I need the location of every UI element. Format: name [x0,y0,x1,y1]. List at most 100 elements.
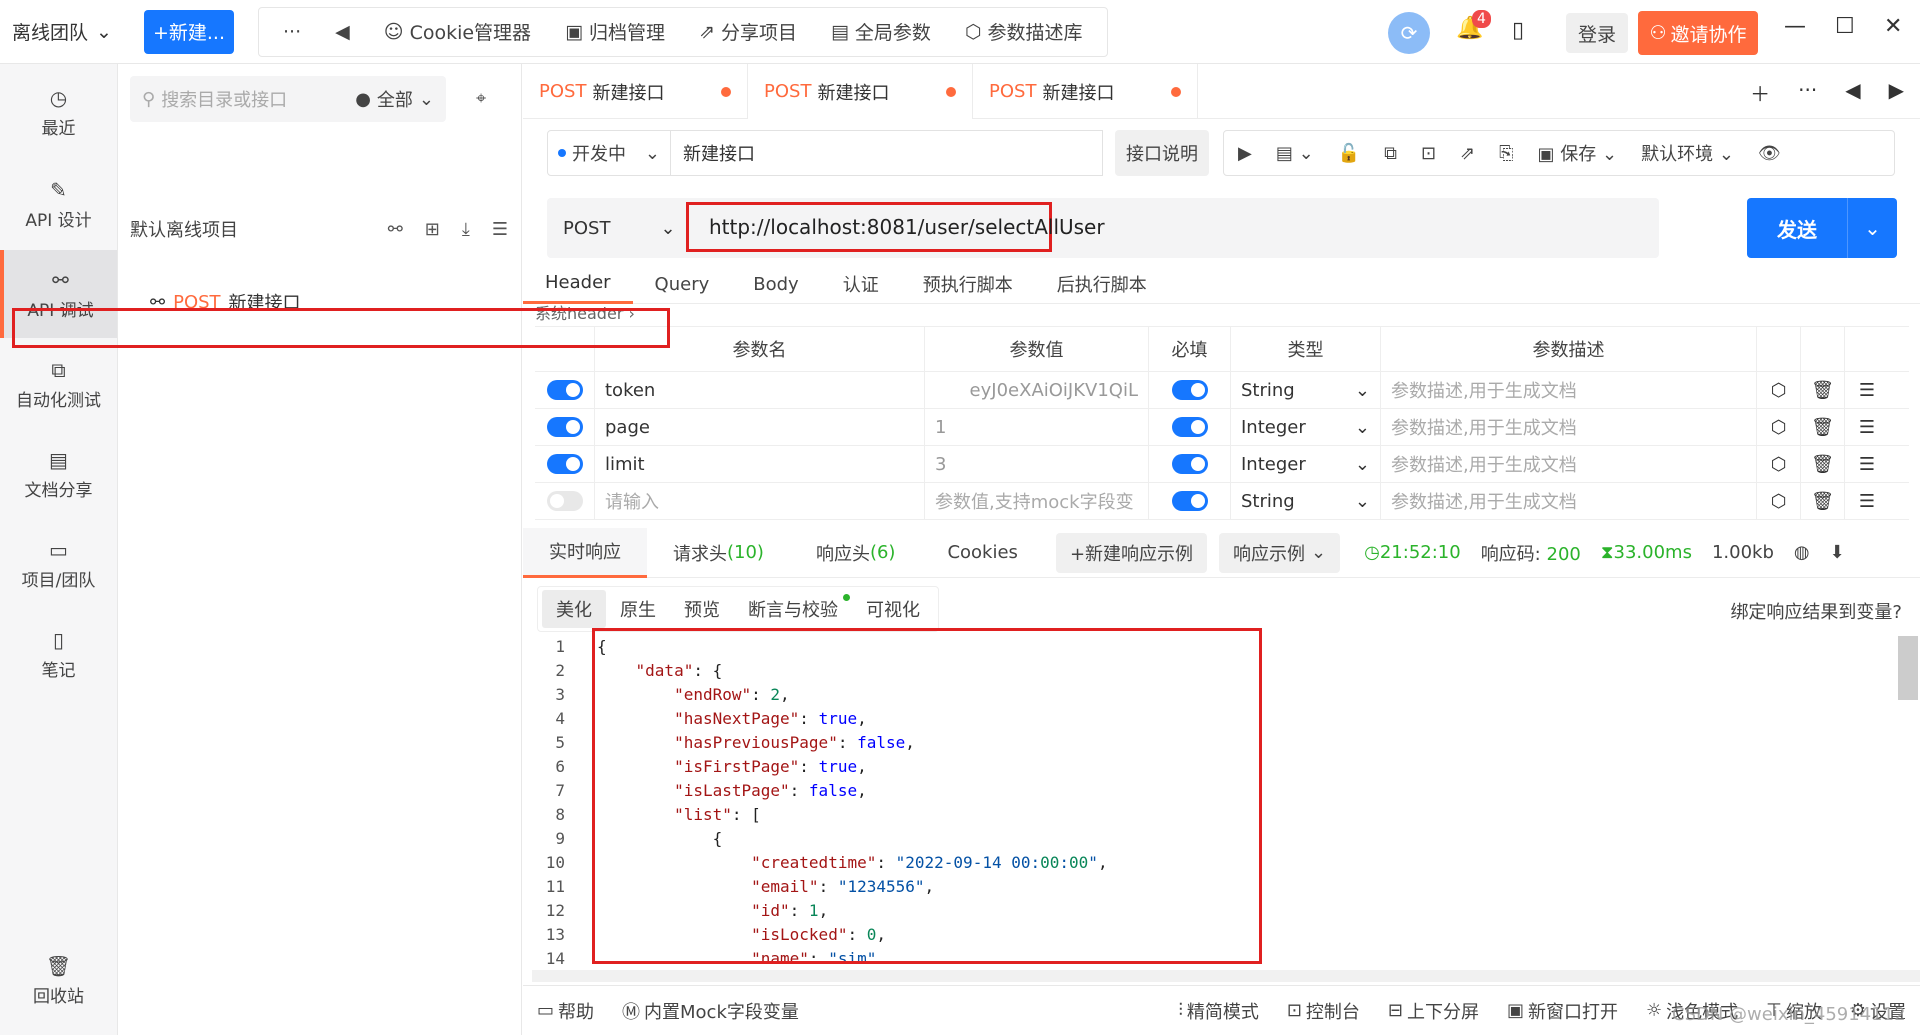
login-button[interactable]: 登录 [1566,13,1628,53]
trash-icon[interactable]: 🗑 [1801,483,1845,519]
example-select[interactable]: 响应示例 ⌄ [1219,532,1341,573]
nav-api-design[interactable]: ✎ API 设计 [0,160,117,248]
share-project-button[interactable]: ⇗ 分享项目 [687,18,809,45]
view-tab-raw[interactable]: 原生 [606,590,670,628]
download-icon[interactable]: ⬇ [1830,542,1845,563]
code-icon[interactable]: ⊡ [1421,143,1436,164]
trash-icon[interactable]: 🗑 [1801,372,1845,408]
scrollbar-vertical[interactable] [1898,636,1918,700]
chevron-down-icon[interactable]: ⌄ [1847,198,1897,258]
tab-realtime-response[interactable]: 实时响应 [523,527,647,578]
console-button[interactable]: ⊡ 控制台 [1273,998,1374,1024]
add-tab-icon[interactable]: ＋ [1750,78,1770,107]
drag-handle-icon[interactable]: ☰ [1845,446,1889,482]
lock-icon[interactable]: 🔓 [1338,143,1360,164]
nav-trash[interactable]: 🗑 回收站 [0,936,117,1024]
required-toggle[interactable] [1171,380,1208,400]
status-select[interactable]: 开发中 ⌄ [547,130,671,176]
tab-response-headers[interactable]: 响应头 (6) [790,528,922,578]
trash-icon[interactable]: 🗑 [1801,446,1845,482]
save-button[interactable]: ▣ 保存 ⌄ [1538,140,1618,166]
param-value-input[interactable]: 参数值,支持mock字段变 [925,483,1149,519]
sync-icon[interactable]: ⟳ [1388,12,1430,54]
cookie-manager-button[interactable]: ☺ Cookie管理器 [372,18,543,45]
param-value[interactable]: 1 [925,409,1149,445]
param-desc[interactable]: 参数描述,用于生成文档 [1381,409,1757,445]
scrollbar-horizontal[interactable] [532,970,1920,982]
format-icon[interactable]: ▤ ⌄ [1276,143,1314,164]
type-select[interactable]: String ⌄ [1231,372,1381,408]
required-toggle[interactable] [1171,491,1208,511]
global-params-button[interactable]: ▤ 全局参数 [819,18,943,45]
mock-vars-button[interactable]: Ⓜ 内置Mock字段变量 [608,998,813,1024]
run-icon[interactable]: ▶ [1238,143,1252,164]
param-name[interactable]: token [595,372,925,408]
url-input[interactable]: http://localhost:8081/user/selectAllUser [686,202,1105,252]
new-example-button[interactable]: +新建响应示例 [1055,532,1208,573]
nav-project-team[interactable]: ▭ 项目/团队 [0,520,117,608]
tab-request-headers[interactable]: 请求头 (10) [647,528,790,578]
cube-icon[interactable]: ⬡ [1757,372,1801,408]
view-tab-pretty[interactable]: 美化 [542,590,606,628]
notes-icon[interactable]: ▯ [1512,18,1524,43]
nav-notes[interactable]: ▯ 笔记 [0,610,117,698]
env-select[interactable]: 默认环境 ⌄ [1641,140,1734,166]
minimize-icon[interactable]: — [1784,14,1806,39]
new-window-button[interactable]: ▣ 新窗口打开 [1493,998,1632,1024]
drag-handle-icon[interactable]: ☰ [1845,372,1889,408]
enable-toggle[interactable] [546,417,583,437]
method-select[interactable]: POST ⌄ [563,198,676,258]
api-name-input[interactable]: 新建接口 [671,130,1103,176]
help-button[interactable]: ▭ 帮助 [523,998,608,1024]
tab-cookies[interactable]: Cookies [921,528,1043,578]
bind-variable-link[interactable]: 绑定响应结果到变量? [1730,598,1902,624]
view-tab-preview[interactable]: 预览 [670,590,734,628]
split-button[interactable]: ⊟ 上下分屏 [1374,998,1493,1024]
param-desc-lib-button[interactable]: ⬡ 参数描述库 [953,18,1095,45]
cube-icon[interactable]: ⬡ [1757,446,1801,482]
param-value[interactable]: eyJ0eXAiOiJKV1QiL [925,372,1149,408]
param-name[interactable]: page [595,409,925,445]
api-tab-2[interactable]: POST 新建接口 [748,64,973,119]
share-icon[interactable]: ⇗ [1460,143,1475,164]
required-toggle[interactable] [1171,417,1208,437]
maximize-icon[interactable]: ☐ [1835,14,1855,39]
compact-mode-button[interactable]: ⫶ 精简模式 [1164,998,1273,1024]
param-desc[interactable]: 参数描述,用于生成文档 [1381,372,1757,408]
add-api-icon[interactable]: ⚯ [388,219,403,240]
view-tab-visual[interactable]: 可视化 [852,590,934,628]
search-input[interactable]: ⚲ 搜索目录或接口 ● 全部 ⌄ [130,76,446,122]
tab-post-script[interactable]: 后执行脚本 [1035,264,1169,304]
team-selector[interactable]: 离线团队 ⌄ [0,0,124,64]
eye-icon[interactable]: 👁 [1758,143,1781,164]
tab-body[interactable]: Body [731,264,820,304]
param-value[interactable]: 3 [925,446,1149,482]
export-icon[interactable]: ⎘ [1499,143,1513,164]
new-button[interactable]: +新建... [144,9,234,54]
api-tab-3[interactable]: POST 新建接口 [973,64,1198,119]
nav-recent[interactable]: ◷ 最近 [0,68,117,156]
more-icon[interactable]: ··· [271,21,313,43]
archive-button[interactable]: ▣ 归档管理 [553,18,677,45]
enable-toggle[interactable] [546,491,583,511]
tab-query[interactable]: Query [633,264,732,304]
add-folder-icon[interactable]: ⊞ [425,219,440,240]
enable-toggle[interactable] [546,380,583,400]
param-desc[interactable]: 参数描述,用于生成文档 [1381,446,1757,482]
api-tab-1[interactable]: POST 新建接口 [523,64,748,119]
view-tab-assert[interactable]: 断言与校验 [734,590,852,628]
param-name-input[interactable]: 请输入 [595,483,925,519]
trash-icon[interactable]: 🗑 [1801,409,1845,445]
tab-auth[interactable]: 认证 [821,264,901,304]
send-button[interactable]: 发送 ⌄ [1747,198,1897,258]
nav-auto-test[interactable]: ⧉ 自动化测试 [0,340,117,428]
filter-select[interactable]: ● 全部 ⌄ [355,86,434,112]
globe-icon[interactable]: ◍ [1794,542,1810,563]
drag-handle-icon[interactable]: ☰ [1845,483,1889,519]
tab-pre-script[interactable]: 预执行脚本 [901,264,1035,304]
prev-tab-icon[interactable]: ◀ [1845,78,1860,107]
project-row[interactable]: 默认离线项目 ⚯ ⊞ ⤓ ☰ [130,216,520,242]
tab-header[interactable]: Header [523,264,633,304]
back-icon[interactable]: ◀ [323,21,362,43]
required-toggle[interactable] [1171,454,1208,474]
